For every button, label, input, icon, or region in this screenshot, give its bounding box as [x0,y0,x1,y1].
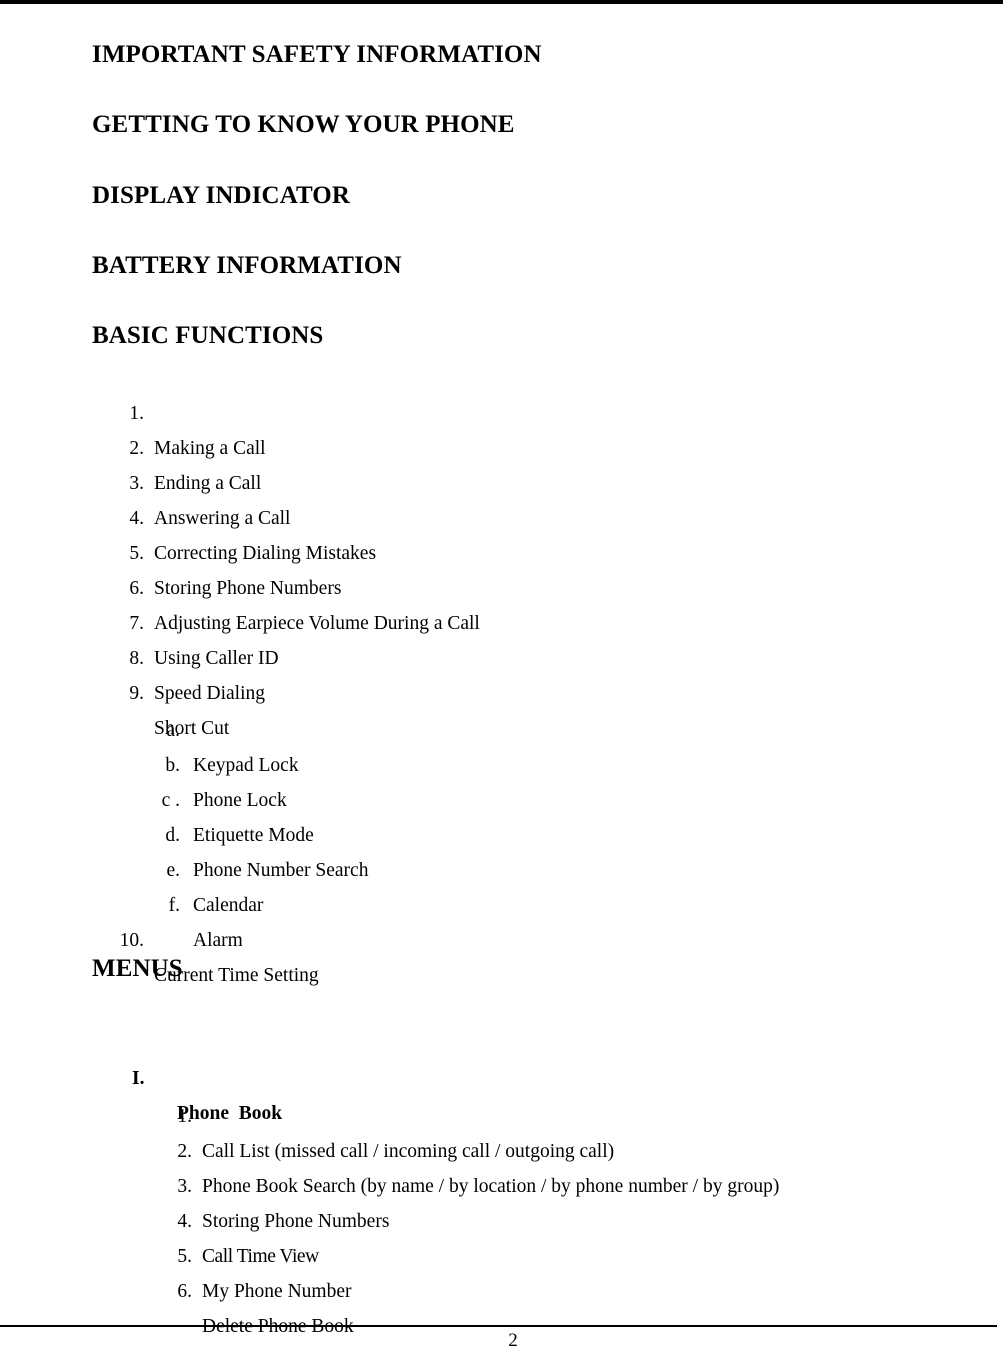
list-item: d. Phone Number Search [0,783,1003,881]
footer-page-number: 2 [508,1330,518,1351]
footer-divider [0,1325,997,1327]
list-item-marker: 6. [177,1281,192,1302]
short-cut-sublist: a. Keypad Lock b. Phone Lock c . Etiquet… [0,678,1003,951]
heading-battery-information: BATTERY INFORMATION [92,252,402,279]
list-item: 4. Call Time View [0,1169,1003,1267]
heading-getting-to-know-your-phone: GETTING TO KNOW YOUR PHONE [92,111,515,138]
list-item: 5. Storing Phone Numbers [0,501,1003,599]
list-item: e. Calendar [0,818,1003,916]
list-item: 10. Current Time Setting [0,888,1003,986]
heading-menus: MENUS [92,955,183,982]
heading-display-indicator: DISPLAY INDICATOR [92,182,351,209]
list-item: f. Alarm [0,853,1003,951]
list-item-label: My Phone Number [202,1281,352,1302]
list-item: 7. Using Caller ID [0,571,1003,669]
list-item: 1. Making a Call [0,361,1003,459]
list-item: 8. Speed Dialing [0,606,1003,704]
page-top-edge-bar [0,0,1003,4]
list-item: 2. Ending a Call [0,396,1003,494]
list-item: c . Etiquette Mode [0,748,1003,846]
heading-basic-functions: BASIC FUNCTIONS [92,322,324,349]
list-item: 5. My Phone Number [0,1204,1003,1302]
basic-functions-list: 1. Making a Call 2. Ending a Call 3. Ans… [0,361,1003,739]
phone-book-menu-list: 1. Call List (missed call / incoming cal… [0,1064,1003,1337]
list-item: 2. Phone Book Search (by name / by locat… [0,1099,1003,1197]
list-item: 6. Adjusting Earpiece Volume During a Ca… [0,536,1003,634]
list-item-label: Alarm [193,930,243,951]
menu-section-phone-book-heading: I. Phone Book [0,1026,1003,1124]
list-item: 1. Call List (missed call / incoming cal… [0,1064,1003,1162]
list-item: 3. Answering a Call [0,431,1003,529]
list-item: 3. Storing Phone Numbers [0,1134,1003,1232]
document-page: IMPORTANT SAFETY INFORMATION GETTING TO … [0,0,1003,1352]
list-item-marker: 10. [119,930,144,951]
list-item: b. Phone Lock [0,713,1003,811]
basic-functions-list-continued: 10. Current Time Setting [0,888,1003,986]
list-item: 9. Short Cut [0,641,1003,739]
heading-important-safety-information: IMPORTANT SAFETY INFORMATION [92,41,542,68]
list-item: 6. Delete Phone Book [0,1239,1003,1337]
list-item: 4. Correcting Dialing Mistakes [0,466,1003,564]
list-item: a. Keypad Lock [0,678,1003,776]
